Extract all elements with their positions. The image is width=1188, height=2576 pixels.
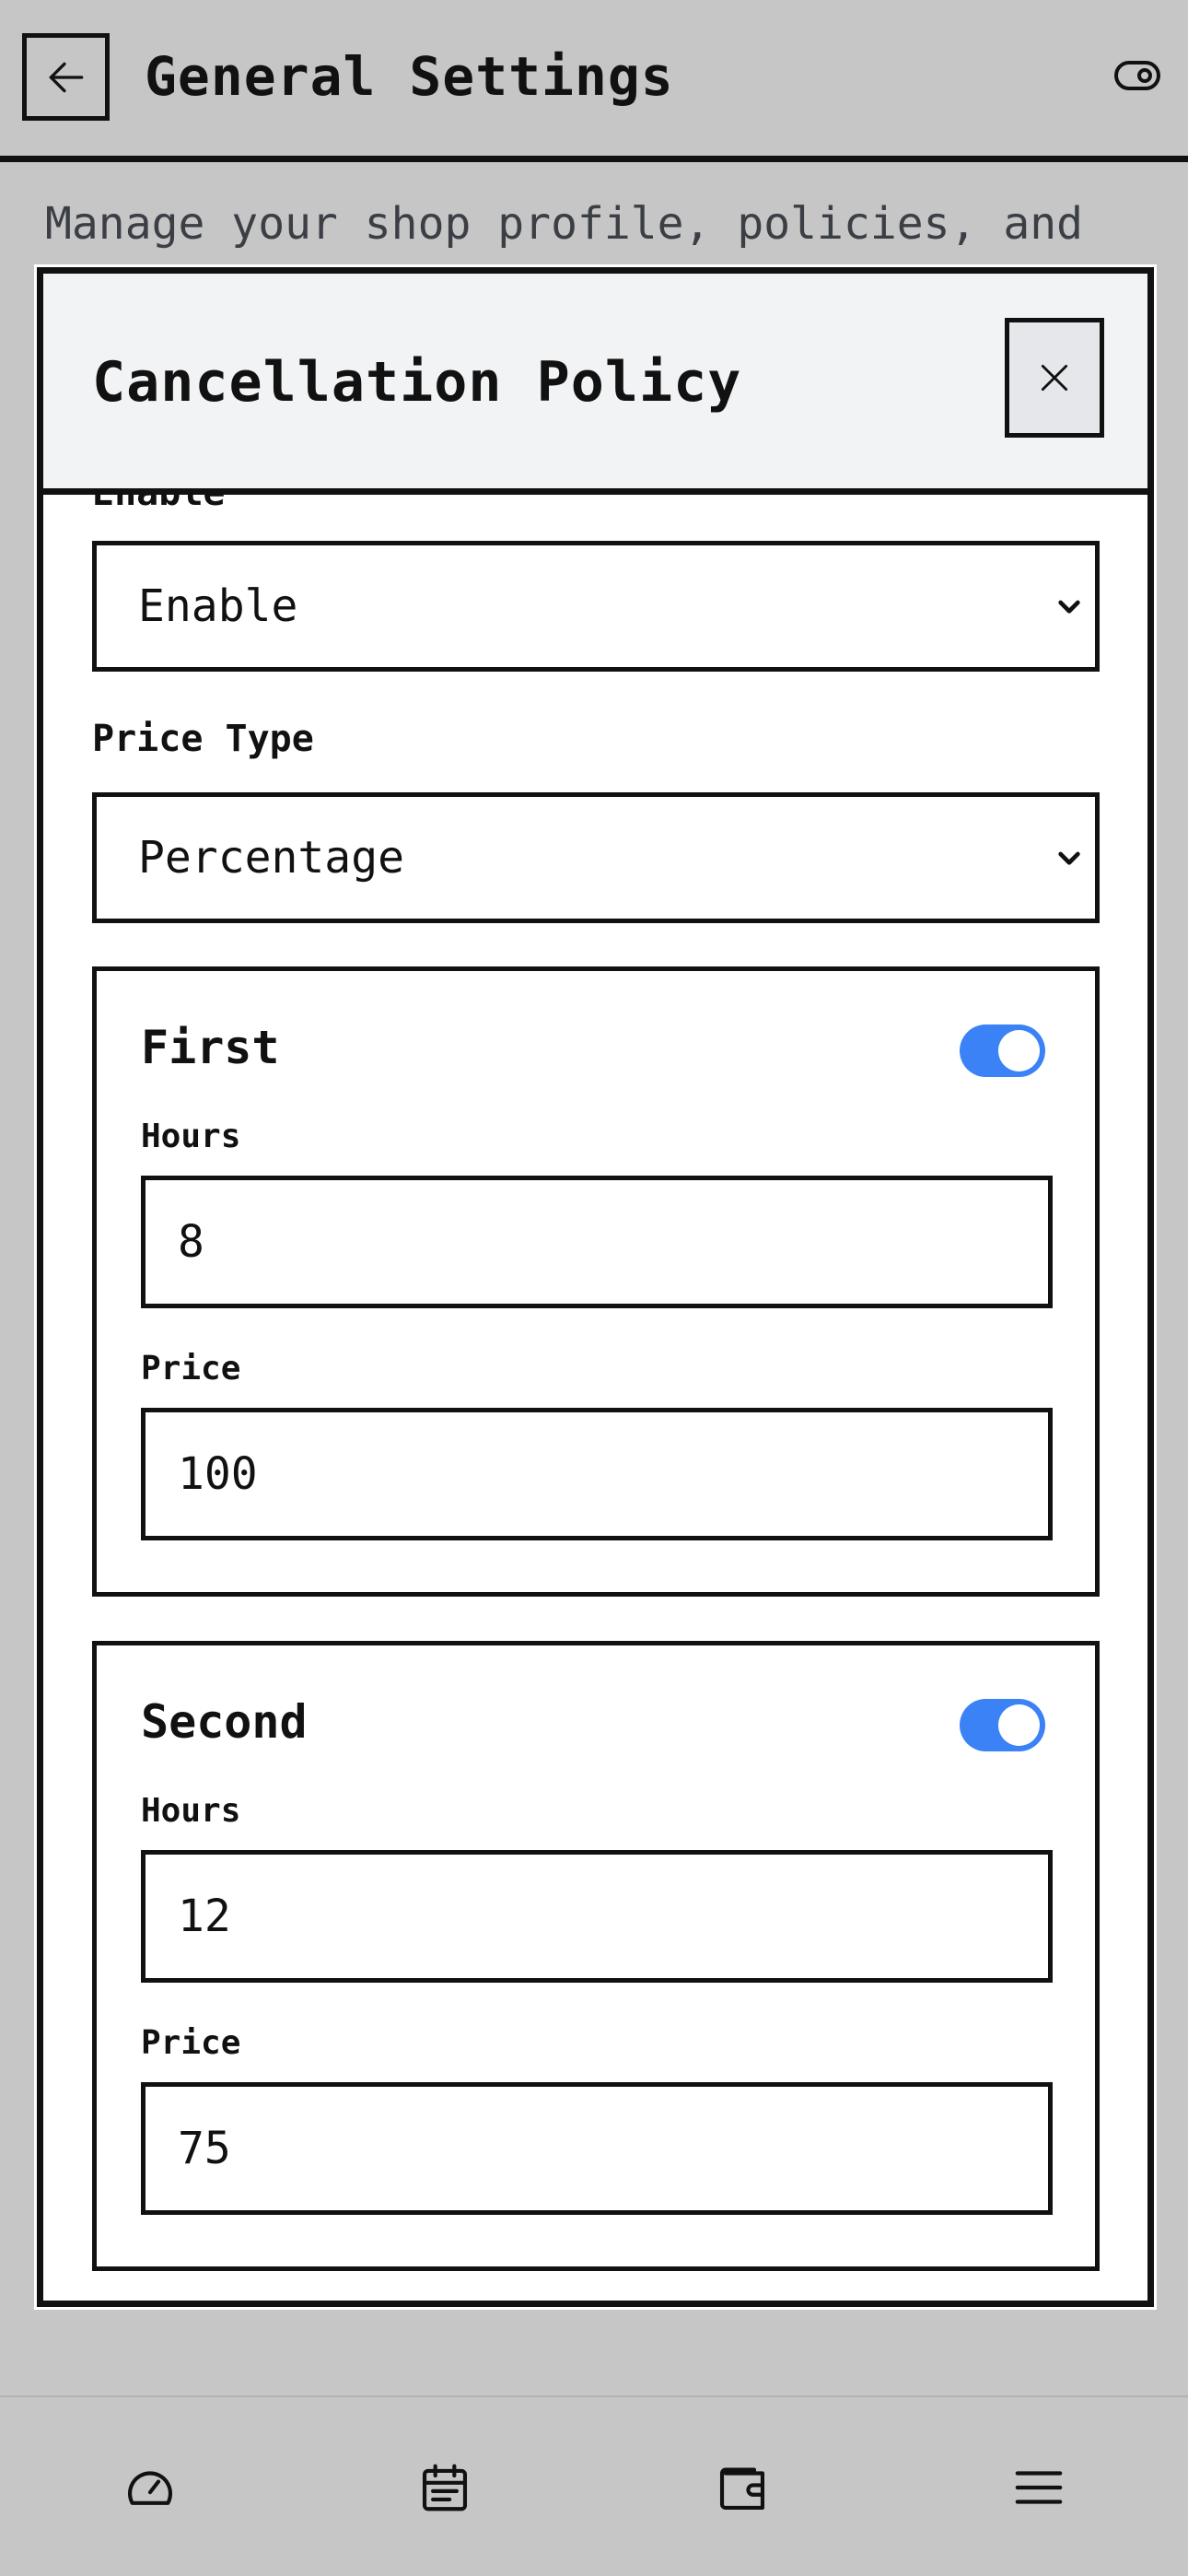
bottom-nav [0,2395,1188,2576]
close-icon [1041,364,1068,392]
price-input-value: 100 [178,1448,258,1500]
toggle-icon[interactable] [1114,61,1160,90]
tier-card-first: First Hours 8 Price 100 [92,966,1100,1597]
nav-calendar[interactable] [413,2455,477,2520]
page-title: General Settings [145,45,674,108]
price-input[interactable]: 100 [141,1408,1053,1540]
chevron-down-icon [1058,600,1080,614]
price-type-select[interactable]: Percentage [92,792,1100,923]
price-label: Price [141,2024,241,2062]
hours-input-value: 8 [178,1216,204,1268]
hours-input[interactable]: 12 [141,1850,1053,1983]
switch-knob [998,1030,1040,1071]
switch-knob [998,1704,1040,1746]
hours-input-value: 12 [178,1891,231,1942]
price-type-select-value: Percentage [138,832,404,884]
calendar-icon [422,2464,468,2512]
back-button[interactable] [22,33,110,121]
cancellation-policy-modal: Cancellation Policy Enable Enable Price … [37,267,1154,2307]
nav-wallet[interactable] [710,2455,775,2520]
arrow-left-icon [49,62,83,92]
dashboard-icon [127,2471,173,2505]
wallet-icon [719,2467,765,2511]
price-label: Price [141,1350,241,1388]
tier-toggle-switch[interactable] [960,1025,1045,1077]
nav-dashboard[interactable] [118,2455,182,2520]
hours-label: Hours [141,1118,241,1155]
chevron-down-icon [1058,851,1080,865]
modal-header: Cancellation Policy [43,274,1147,495]
hours-input[interactable]: 8 [141,1176,1053,1308]
nav-menu[interactable] [1007,2455,1071,2520]
tier-card-second: Second Hours 12 Price 75 [92,1641,1100,2271]
price-type-label: Price Type [92,718,314,760]
app-header: General Settings [0,0,1188,162]
modal-title: Cancellation Policy [92,350,742,415]
menu-icon [1015,2471,1063,2504]
close-button[interactable] [1005,318,1104,438]
tier-toggle-switch[interactable] [960,1699,1045,1751]
hours-label: Hours [141,1792,241,1830]
tier-title: Second [141,1695,308,1749]
page-description: Manage your shop profile, policies, and [45,198,1084,250]
tier-title: First [141,1021,280,1074]
price-input[interactable]: 75 [141,2082,1053,2215]
enable-select-value: Enable [138,580,298,632]
enable-select[interactable]: Enable [92,541,1100,672]
price-input-value: 75 [178,2123,231,2174]
